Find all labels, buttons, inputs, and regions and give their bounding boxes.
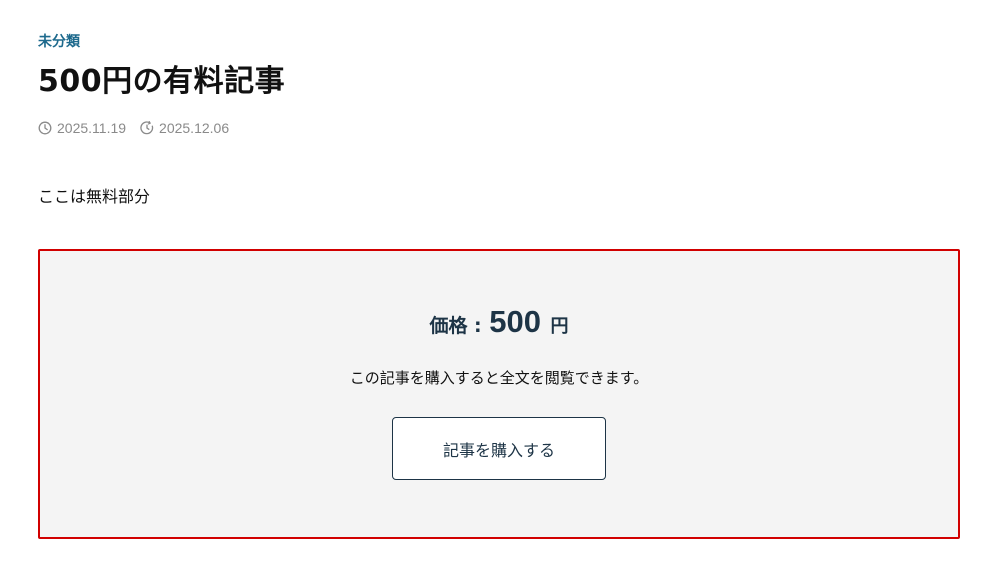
paywall-description: この記事を購入すると全文を閲覧できます。 [349, 369, 649, 387]
updated-date: 2025.12.06 [140, 119, 229, 137]
published-date: 2025.11.19 [38, 119, 126, 137]
post-meta: 2025.11.19 2025.12.06 [38, 119, 243, 137]
free-section-text: ここは無料部分 [38, 187, 151, 206]
paywall-box: 価格 : 500 円 この記事を購入すると全文を閲覧できます。 記事を購入する [38, 249, 960, 539]
updated-date-text: 2025.12.06 [159, 120, 230, 136]
article-page: 未分類 500円の有料記事 2025.11.19 2025.12.06 ここは無… [0, 0, 1000, 575]
published-date-text: 2025.11.19 [57, 120, 127, 136]
refresh-clock-icon [140, 121, 154, 135]
category-link[interactable]: 未分類 [38, 33, 80, 51]
price-line: 価格 : 500 円 [40, 302, 958, 347]
price-value: 500 [489, 304, 541, 339]
post-title: 500円の有料記事 [38, 64, 286, 99]
price-label: 価格 : [429, 315, 482, 337]
clock-icon [38, 121, 52, 135]
buy-article-button[interactable]: 記事を購入する [392, 417, 606, 480]
price-unit: 円 [550, 316, 569, 337]
